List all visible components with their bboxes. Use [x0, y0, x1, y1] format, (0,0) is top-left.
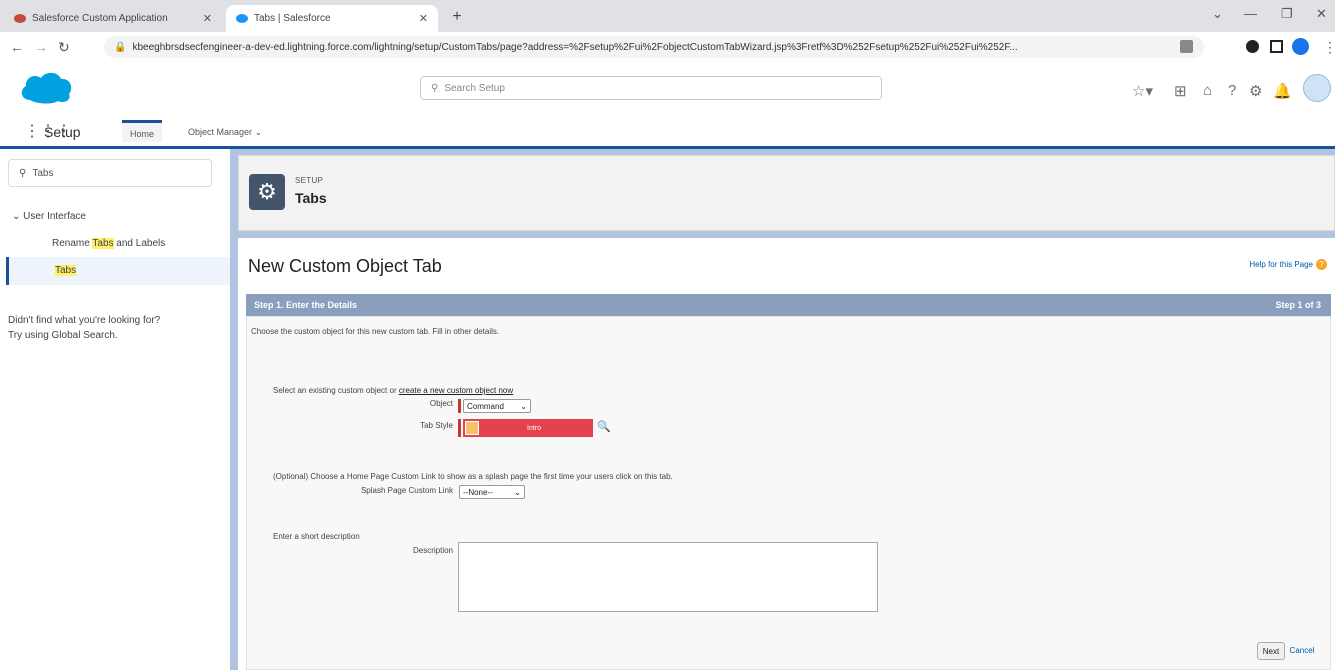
sidebar-group-user-interface[interactable]: ⌄ User Interface [12, 211, 86, 222]
salesforce-favicon-icon [236, 14, 248, 23]
menu-dots-icon[interactable]: ⋮ [1323, 39, 1335, 56]
setup-gear-icon[interactable]: ⚙ [1249, 82, 1262, 100]
close-tab-icon[interactable]: ✕ [419, 12, 428, 25]
user-avatar[interactable] [1303, 74, 1331, 102]
splash-text: (Optional) Choose a Home Page Custom Lin… [273, 472, 673, 481]
salesforce-logo-icon[interactable] [18, 70, 74, 104]
not-found-text: Didn't find what you're looking for? [8, 315, 161, 326]
tab-style-label: Tab Style [420, 421, 453, 430]
new-tab-button[interactable]: + [446, 6, 468, 28]
extension-icon[interactable] [1246, 40, 1259, 53]
lock-icon: 🔒 [114, 41, 127, 53]
splash-page-select[interactable]: --None-- ⌄ [459, 485, 525, 499]
page-title: New Custom Object Tab [248, 256, 442, 276]
close-window-icon[interactable]: ✕ [1316, 6, 1327, 22]
tab-object-manager-label: Object Manager [188, 127, 253, 137]
sidebar-item-rename-tabs[interactable]: Rename Tabs and Labels [52, 238, 165, 249]
help-icon[interactable]: ? [1228, 82, 1236, 99]
back-arrow-icon[interactable]: ← [10, 39, 24, 55]
quick-find-input[interactable]: ⚲ Tabs [8, 159, 212, 187]
rename-prefix: Rename [52, 238, 93, 249]
object-label: Object [429, 399, 453, 408]
trailhead-icon[interactable]: ⌂ [1203, 82, 1212, 99]
chevron-down-icon: ⌄ [514, 487, 521, 497]
window-icon[interactable] [1270, 40, 1283, 53]
browser-tab-title: Tabs | Salesforce [254, 13, 331, 24]
chevron-down-icon: ⌄ [520, 401, 527, 411]
step-count: Step 1 of 3 [1275, 300, 1321, 310]
chevron-down-icon[interactable]: ⌄ [255, 127, 263, 137]
wizard-form: Choose the custom object for this new cu… [246, 316, 1331, 670]
help-icon[interactable]: ? [1316, 259, 1327, 270]
profile-icon[interactable] [1292, 38, 1309, 55]
tab-style-swatch-icon [465, 421, 479, 435]
global-search-input[interactable]: ⚲ Search Setup [420, 76, 882, 100]
chevron-down-icon: ⌄ [12, 211, 21, 222]
url-text: kbeeghbrsdsecfengineer-a-dev-ed.lightnin… [132, 41, 1018, 53]
salesforce-favicon-icon [14, 14, 26, 23]
browser-tab-custom-app[interactable]: Salesforce Custom Application ✕ [4, 5, 222, 32]
step-header: Step 1. Enter the Details Step 1 of 3 [246, 294, 1331, 316]
rename-suffix: and Labels [113, 238, 166, 249]
help-link[interactable]: Help for this Page [1249, 260, 1313, 269]
browser-tab-tabs[interactable]: Tabs | Salesforce ✕ [226, 5, 438, 32]
sidebar-item-tabs-label: Tabs [55, 265, 77, 276]
app-name: Setup [44, 124, 81, 140]
description-text: Enter a short description [273, 532, 360, 541]
splash-page-label: Splash Page Custom Link [360, 486, 453, 495]
browser-tab-title: Salesforce Custom Application [32, 13, 168, 24]
cancel-button[interactable]: Cancel [1287, 642, 1317, 658]
intro-text: Choose the custom object for this new cu… [251, 327, 500, 336]
step-title: Step 1. Enter the Details [254, 300, 358, 310]
search-icon: ⚲ [19, 167, 27, 179]
content-panel: New Custom Object Tab Help for this Page… [238, 238, 1335, 670]
minimize-icon[interactable]: — [1244, 6, 1257, 21]
global-actions-icon[interactable]: ⊞ [1174, 82, 1187, 100]
object-select-value: Command [467, 401, 504, 411]
description-textarea[interactable] [458, 542, 878, 612]
required-indicator [458, 399, 461, 413]
required-indicator [458, 419, 461, 437]
tab-style-selector[interactable]: Intro [463, 419, 593, 437]
quick-find-value: Tabs [32, 167, 54, 179]
splash-page-value: --None-- [463, 487, 493, 497]
setup-gear-icon: ⚙ [249, 174, 285, 210]
description-label: Description [412, 546, 453, 555]
tab-object-manager[interactable]: Object Manager ⌄ [180, 124, 270, 141]
next-button[interactable]: Next [1257, 642, 1285, 660]
object-select[interactable]: Command ⌄ [463, 399, 531, 413]
reload-icon[interactable]: ↻ [58, 39, 70, 56]
sidebar-group-label: User Interface [23, 211, 86, 222]
forward-arrow-icon[interactable]: → [34, 39, 48, 55]
browser-tab-strip: Salesforce Custom Application ✕ Tabs | S… [0, 0, 1335, 32]
global-search-hint: Try using Global Search. [8, 330, 118, 341]
maximize-icon[interactable]: ❐ [1281, 6, 1293, 22]
search-icon: ⚲ [431, 82, 439, 94]
page-eyebrow: SETUP [295, 176, 324, 185]
select-object-text: Select an existing custom object or crea… [273, 386, 513, 395]
sidebar-item-tabs[interactable]: Tabs [6, 257, 230, 285]
page-header: ⚙ SETUP Tabs [238, 155, 1335, 231]
context-nav-bar: ⋮⋮⋮ Setup Home Object Manager ⌄ [0, 118, 1335, 149]
select-object-prompt: Select an existing custom object or [273, 386, 399, 395]
rename-highlight: Tabs [92, 238, 114, 249]
setup-sidebar: ⚲ Tabs ⌄ User Interface Rename Tabs and … [0, 149, 230, 670]
close-tab-icon[interactable]: ✕ [203, 12, 212, 25]
create-custom-object-link[interactable]: create a new custom object now [399, 386, 513, 395]
favorites-icon[interactable]: ☆▾ [1132, 82, 1153, 100]
tab-home[interactable]: Home [122, 120, 163, 142]
extension-icon[interactable] [1180, 40, 1193, 53]
browser-toolbar: ← → ↻ 🔒 kbeeghbrsdsecfengineer-a-dev-ed.… [0, 32, 1335, 63]
notifications-bell-icon[interactable]: 🔔 [1273, 82, 1292, 100]
page-header-title: Tabs [295, 190, 327, 206]
lookup-icon[interactable]: 🔍 [597, 420, 611, 433]
tab-search-icon[interactable]: ⌄ [1212, 6, 1223, 22]
tab-style-value: Intro [527, 424, 542, 432]
search-placeholder: Search Setup [444, 82, 505, 94]
url-bar[interactable]: 🔒 kbeeghbrsdsecfengineer-a-dev-ed.lightn… [104, 36, 1204, 58]
